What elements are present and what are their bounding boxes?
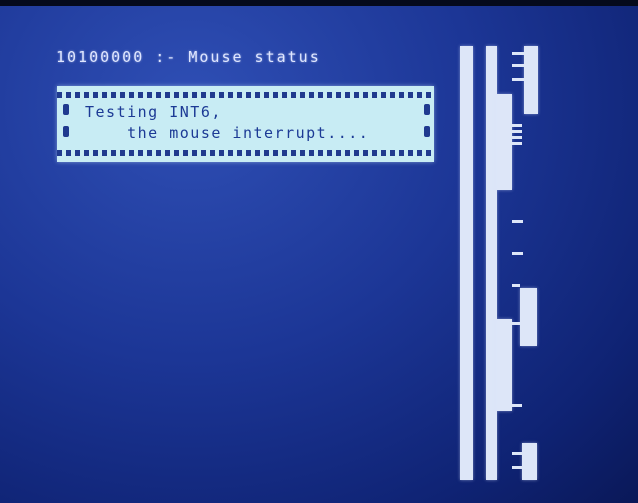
left-marker-top: [63, 104, 69, 115]
vertical-bar-1: [460, 46, 473, 480]
message-box: Testing INT6, the mouse interrupt....: [57, 86, 434, 162]
left-marker-bottom: [63, 126, 69, 137]
tick: [512, 404, 522, 407]
tick: [512, 142, 522, 145]
tick: [512, 220, 523, 223]
message-line-2: the mouse interrupt....: [85, 124, 370, 142]
tick: [512, 130, 522, 133]
tick: [512, 322, 520, 325]
vertical-bar-2: [486, 46, 497, 480]
tick: [512, 252, 523, 255]
tick: [512, 64, 524, 67]
crt-screen: 10100000 :- Mouse status Testing INT6, t…: [0, 0, 638, 503]
right-marker-bottom: [424, 126, 430, 137]
box-bottom-border: [57, 150, 434, 156]
tick: [512, 124, 522, 127]
vertical-bar-3-middle: [520, 288, 537, 346]
tick: [512, 452, 522, 455]
tick: [512, 52, 524, 55]
tick: [512, 78, 524, 81]
message-line-1: Testing INT6,: [85, 103, 222, 121]
bar-2-widening-lower: [497, 319, 512, 411]
box-top-border: [57, 92, 434, 98]
bar-2-widening-upper: [497, 94, 512, 190]
vertical-bar-3-lower: [522, 443, 537, 480]
right-marker-top: [424, 104, 430, 115]
mouse-status-line: 10100000 :- Mouse status: [56, 48, 321, 66]
tick: [512, 284, 520, 287]
tick: [512, 136, 522, 139]
vertical-bar-3-upper: [524, 46, 538, 114]
tick: [512, 466, 522, 469]
